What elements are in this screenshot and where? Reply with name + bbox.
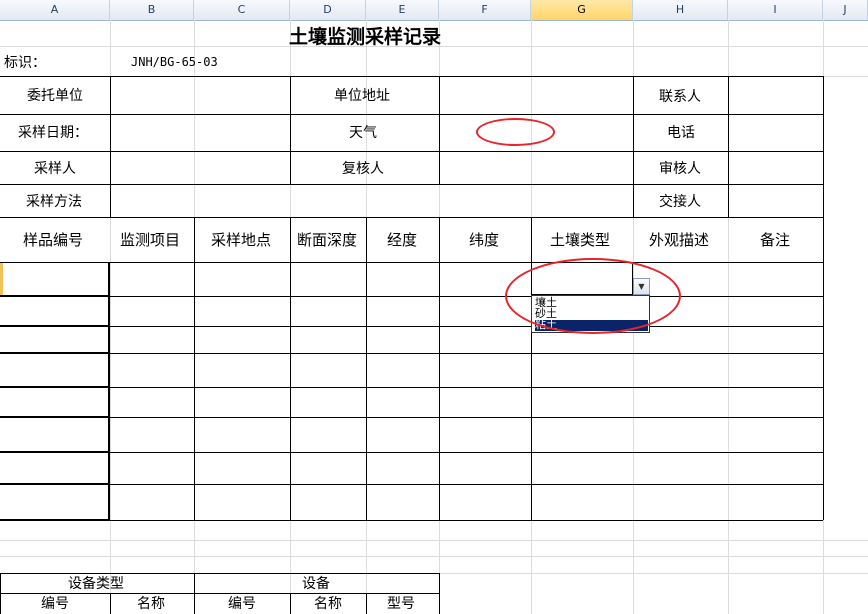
column-header-a[interactable]: A (0, 0, 110, 20)
column-header-row: A B C D E F G H I J (0, 0, 868, 21)
column-header-h[interactable]: H (633, 0, 728, 20)
equipment-sub-header-number-2: 编号 (228, 595, 256, 611)
column-header-f[interactable]: F (439, 0, 531, 20)
equipment-type-header: 设备类型 (68, 575, 124, 591)
header-soil-type: 土壤类型 (550, 232, 611, 249)
rechecker-label: 复核人 (342, 160, 384, 176)
sampling-method-label: 采样方法 (26, 193, 82, 209)
header-latitude: 纬度 (469, 232, 500, 249)
row-selection-marker (0, 263, 3, 295)
sampling-date-label: 采样日期： (18, 124, 88, 140)
column-header-i[interactable]: I (728, 0, 823, 20)
reviewer-label: 审核人 (659, 160, 701, 176)
column-header-e[interactable]: E (366, 0, 439, 20)
dropdown-highlight-ellipse (505, 258, 681, 334)
header-section-depth: 断面深度 (297, 232, 358, 249)
header-longitude: 经度 (387, 232, 418, 249)
equipment-sub-header-name-2: 名称 (314, 595, 342, 611)
header-remarks: 备注 (760, 232, 791, 249)
header-appearance: 外观描述 (649, 232, 710, 249)
phone-label: 电话 (667, 124, 695, 140)
client-unit-label: 委托单位 (27, 87, 83, 103)
handover-label: 交接人 (659, 193, 701, 209)
id-value: JNH/BG-65-03 (131, 55, 218, 69)
column-header-g[interactable]: G (531, 0, 633, 20)
column-header-d[interactable]: D (290, 0, 366, 20)
weather-highlight-ellipse (476, 118, 555, 146)
header-sample-number: 样品编号 (23, 232, 84, 249)
equipment-sub-header-model: 型号 (387, 595, 415, 611)
equipment-header: 设备 (302, 575, 330, 591)
sampler-label: 采样人 (34, 160, 76, 176)
equipment-sub-header-name-1: 名称 (137, 595, 165, 611)
column-header-j[interactable]: J (823, 0, 868, 20)
header-sampling-site: 采样地点 (211, 232, 272, 249)
unit-address-label: 单位地址 (334, 87, 390, 103)
id-label: 标识： (4, 54, 46, 70)
contact-label: 联系人 (659, 88, 701, 104)
column-header-c[interactable]: C (194, 0, 290, 20)
form-title: 土壤监测采样记录 (288, 27, 441, 48)
weather-label: 天气 (349, 124, 377, 140)
column-header-b[interactable]: B (110, 0, 194, 20)
equipment-sub-header-number-1: 编号 (41, 595, 69, 611)
header-monitoring-item: 监测项目 (120, 232, 181, 249)
